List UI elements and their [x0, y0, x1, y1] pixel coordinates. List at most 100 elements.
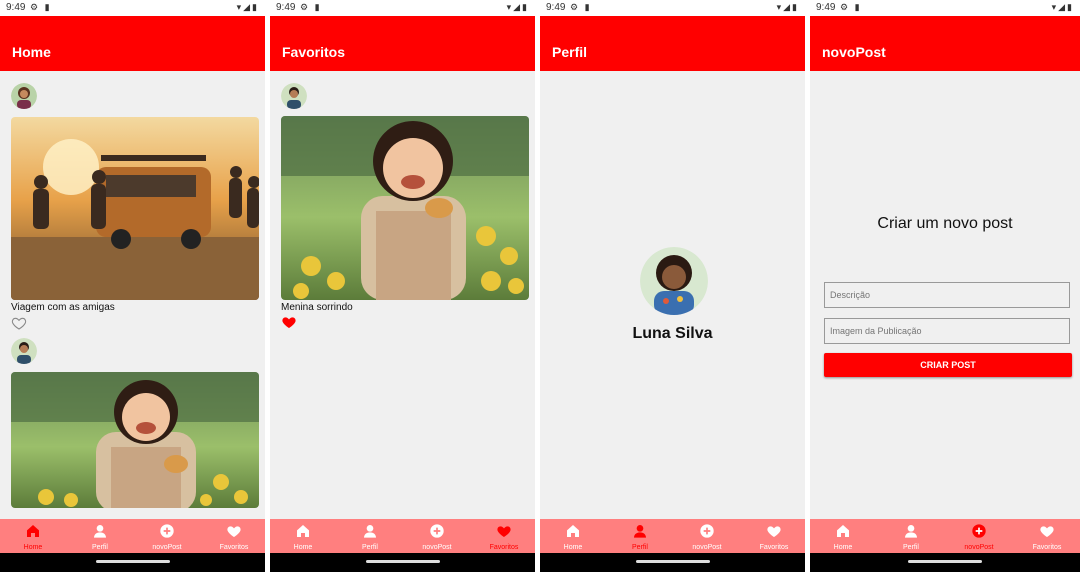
- add-circle-icon: [700, 524, 714, 538]
- status-left-icons: ⚙ ▮: [840, 2, 862, 12]
- nav-label: Favoritos: [1032, 544, 1062, 551]
- status-bar: 9:49 ⚙ ▮ ▾◢▮: [540, 0, 805, 16]
- bottom-nav: Home Perfil novoPost Favoritos: [270, 519, 535, 553]
- heart-icon: [227, 526, 241, 537]
- person-icon: [94, 525, 106, 538]
- app-bar: novoPost: [810, 16, 1080, 71]
- status-left-icons: ⚙ ▮: [300, 2, 322, 12]
- home-gesture-handle[interactable]: [635, 560, 710, 563]
- bottom-nav: Home Perfil novoPost Favoritos: [540, 519, 805, 553]
- nav-label: Perfil: [92, 544, 108, 551]
- nav-item-novopost[interactable]: novoPost: [674, 519, 740, 553]
- heart-outline-icon[interactable]: [11, 315, 27, 331]
- profile-avatar[interactable]: [640, 247, 708, 315]
- nav-label: Favoritos: [219, 544, 249, 551]
- nav-item-novopost[interactable]: novoPost: [134, 519, 200, 553]
- nav-item-perfil[interactable]: Perfil: [67, 519, 133, 553]
- post-image[interactable]: [281, 116, 529, 300]
- nav-label: Perfil: [362, 544, 378, 551]
- nav-item-perfil[interactable]: Perfil: [337, 519, 403, 553]
- nav-label: Home: [833, 544, 853, 551]
- home-gesture-handle[interactable]: [95, 560, 170, 563]
- nav-label: Perfil: [903, 544, 919, 551]
- nav-item-novopost[interactable]: novoPost: [946, 519, 1012, 553]
- page-title: Home: [12, 44, 51, 60]
- page-title: Favoritos: [282, 44, 346, 60]
- status-left-icons: ⚙ ▮: [30, 2, 52, 12]
- status-time: 9:49: [6, 2, 26, 13]
- heart-icon: [497, 526, 511, 537]
- add-circle-icon: [430, 524, 444, 538]
- post-author-avatar[interactable]: [11, 83, 37, 109]
- post-image[interactable]: [11, 117, 259, 300]
- post-author-avatar[interactable]: [11, 338, 37, 364]
- nav-item-novopost[interactable]: novoPost: [404, 519, 470, 553]
- status-bar: 9:49 ⚙ ▮ ▾◢▮: [270, 0, 535, 16]
- nav-item-favoritos[interactable]: Favoritos: [471, 519, 535, 553]
- status-bar: 9:49 ⚙ ▮ ▾◢▮: [0, 0, 265, 16]
- app-bar: Home: [0, 16, 265, 71]
- home-icon: [27, 525, 39, 537]
- status-right-icons: ▾◢▮: [236, 2, 259, 12]
- profile-name: Luna Silva: [632, 325, 713, 342]
- description-input[interactable]: [824, 282, 1070, 308]
- bottom-nav: Home Perfil novoPost Favoritos: [810, 519, 1080, 553]
- status-time: 9:49: [816, 2, 836, 13]
- status-left-icons: ⚙ ▮: [570, 2, 592, 12]
- app-bar: Perfil: [540, 16, 805, 71]
- home-icon: [297, 525, 309, 537]
- add-circle-icon: [160, 524, 174, 538]
- nav-label: novoPost: [964, 544, 994, 551]
- app-bar: Favoritos: [270, 16, 535, 71]
- nav-item-home[interactable]: Home: [540, 519, 606, 553]
- nav-item-favoritos[interactable]: Favoritos: [1014, 519, 1080, 553]
- create-post-button[interactable]: CRIAR POST: [824, 353, 1072, 377]
- post-caption: Menina sorrindo: [281, 302, 353, 313]
- status-bar: 9:49 ⚙ ▮ ▾◢▮: [810, 0, 1080, 16]
- nav-label: novoPost: [422, 544, 452, 551]
- status-right-icons: ▾◢▮: [506, 2, 529, 12]
- page-title: novoPost: [822, 44, 886, 60]
- system-nav-bar: [810, 553, 1080, 572]
- person-icon: [905, 525, 917, 538]
- nav-label: Home: [293, 544, 313, 551]
- home-gesture-handle[interactable]: [365, 560, 440, 563]
- post-image[interactable]: [11, 372, 259, 508]
- post-caption: Viagem com as amigas: [11, 302, 115, 313]
- home-icon: [837, 525, 849, 537]
- bottom-nav: Home Perfil novoPost Favoritos: [0, 519, 265, 553]
- nav-label: Perfil: [632, 544, 648, 551]
- image-url-input[interactable]: [824, 318, 1070, 344]
- form-heading: Criar um novo post: [877, 215, 1013, 232]
- nav-label: Home: [563, 544, 583, 551]
- nav-item-perfil[interactable]: Perfil: [607, 519, 673, 553]
- status-right-icons: ▾◢▮: [1051, 2, 1074, 12]
- nav-label: novoPost: [692, 544, 722, 551]
- post-author-avatar[interactable]: [281, 83, 307, 109]
- nav-item-home[interactable]: Home: [270, 519, 336, 553]
- system-nav-bar: [540, 553, 805, 572]
- nav-item-favoritos[interactable]: Favoritos: [741, 519, 805, 553]
- screen-home: 9:49 ⚙ ▮ ▾◢▮ Home Viagem com as amigas H…: [0, 0, 265, 572]
- status-time: 9:49: [276, 2, 296, 13]
- home-gesture-handle[interactable]: [908, 560, 982, 563]
- screen-favoritos: 9:49 ⚙ ▮ ▾◢▮ Favoritos Menina sorrindo H…: [270, 0, 535, 572]
- person-icon: [364, 525, 376, 538]
- status-time: 9:49: [546, 2, 566, 13]
- heart-filled-icon[interactable]: [281, 314, 297, 330]
- add-circle-icon: [972, 524, 986, 538]
- system-nav-bar: [0, 553, 265, 572]
- system-nav-bar: [270, 553, 535, 572]
- nav-item-favoritos[interactable]: Favoritos: [201, 519, 265, 553]
- screen-novopost: 9:49 ⚙ ▮ ▾◢▮ novoPost Criar um novo post…: [810, 0, 1080, 572]
- heart-icon: [767, 526, 781, 537]
- page-title: Perfil: [552, 44, 588, 60]
- nav-item-home[interactable]: Home: [0, 519, 66, 553]
- home-icon: [567, 525, 579, 537]
- screen-perfil: 9:49 ⚙ ▮ ▾◢▮ Perfil Luna Silva Home Perf…: [540, 0, 805, 572]
- nav-label: Favoritos: [759, 544, 789, 551]
- nav-item-home[interactable]: Home: [810, 519, 876, 553]
- status-right-icons: ▾◢▮: [776, 2, 799, 12]
- nav-label: novoPost: [152, 544, 182, 551]
- nav-item-perfil[interactable]: Perfil: [878, 519, 944, 553]
